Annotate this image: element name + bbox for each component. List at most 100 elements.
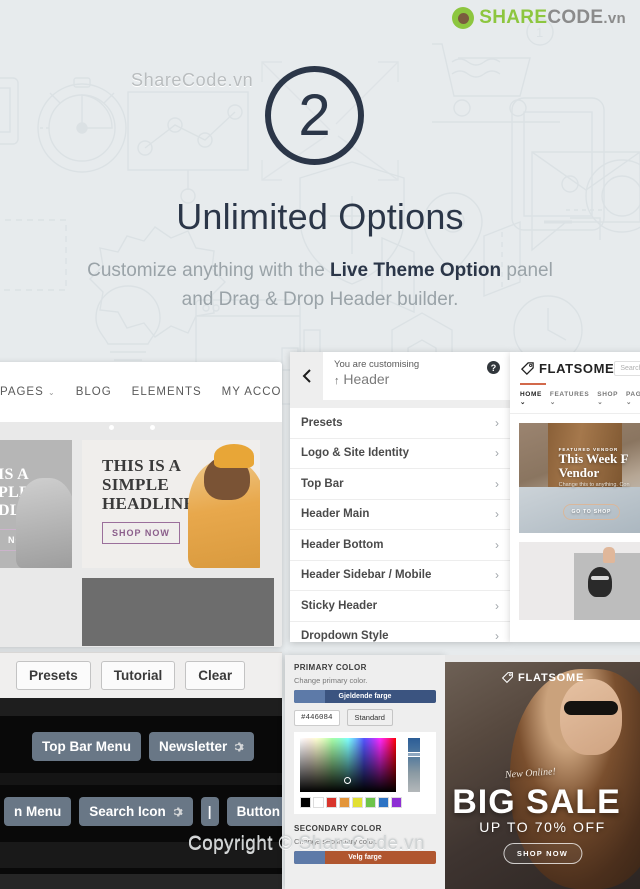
chevron-right-icon: › bbox=[495, 568, 499, 583]
hue-slider[interactable] bbox=[407, 738, 421, 792]
presets-button[interactable]: Presets bbox=[16, 661, 91, 690]
color-swatches bbox=[300, 797, 402, 808]
page-title: Unlimited Options bbox=[176, 196, 464, 237]
clear-button[interactable]: Clear bbox=[185, 661, 246, 690]
bigsale-subline: UP TO 70% OFF bbox=[479, 819, 606, 835]
recycle-icon bbox=[452, 7, 475, 29]
brand-wordmark: SHARECODE.vn bbox=[479, 7, 626, 29]
saturation-value-area[interactable] bbox=[300, 738, 396, 792]
flatsome-tag-icon bbox=[520, 362, 534, 376]
customizer-item-logo-site-identity[interactable]: Logo & Site Identity › bbox=[290, 439, 510, 469]
demo-nav-elements[interactable]: ELEMENTS bbox=[132, 386, 202, 398]
help-icon[interactable]: ? bbox=[487, 361, 500, 374]
primary-current-color-button[interactable]: Gjeldende farge bbox=[294, 690, 436, 703]
customizer-item-dropdown-style[interactable]: Dropdown Style › bbox=[290, 622, 510, 642]
baby-model-image bbox=[188, 444, 260, 568]
preview-secondary-block bbox=[519, 542, 640, 620]
big-sale-promo: FLATSOME New Online! BIG SALE UP TO 70% … bbox=[445, 655, 640, 889]
hero-subtitle-strong: Live Theme Option bbox=[330, 260, 502, 281]
slide-main: THIS IS A SIMPLE HEADLINE SHOP NOW bbox=[82, 440, 260, 568]
chip-newsletter[interactable]: Newsletter bbox=[149, 732, 255, 761]
customizer-item-header-bottom[interactable]: Header Bottom › bbox=[290, 530, 510, 561]
demo-secondary-image bbox=[82, 578, 274, 646]
ninja-graphic bbox=[587, 566, 612, 597]
demo-nav-pages[interactable]: PAGES ⌄ bbox=[0, 386, 56, 398]
customizer-panel-title: ↑ Header bbox=[334, 371, 390, 387]
watermark-bottom: Copyright © ShareCode.vn bbox=[188, 833, 425, 854]
bigsale-headline: BIG SALE bbox=[452, 783, 621, 821]
tutorial-button[interactable]: Tutorial bbox=[100, 661, 176, 690]
customizer-header: You are customising ↑ Header ? bbox=[290, 352, 510, 400]
step-number-badge: 2 bbox=[265, 66, 364, 165]
hue-slider-handle[interactable] bbox=[407, 752, 421, 758]
hand-graphic bbox=[603, 546, 616, 563]
back-button[interactable] bbox=[290, 352, 323, 400]
preview-hero-cta[interactable]: GO TO SHOP bbox=[562, 503, 621, 520]
gear-icon bbox=[173, 807, 183, 816]
chip-divider[interactable]: | bbox=[200, 797, 219, 826]
builder-chip-row-2: n Menu Search Icon | Button 2 bbox=[0, 785, 282, 838]
theme-demo-preview: PAGES ⌄ BLOG ELEMENTS MY ACCOUNT IS A PL… bbox=[0, 362, 282, 647]
customizer-item-presets[interactable]: Presets › bbox=[290, 408, 510, 439]
customizer-section-list: Presets › Logo & Site Identity › Top Bar › … bbox=[290, 408, 510, 642]
brand-vn: .vn bbox=[603, 10, 626, 27]
swatch-red[interactable] bbox=[326, 797, 337, 808]
chip-search-icon[interactable]: Search Icon bbox=[79, 797, 193, 826]
picker-cursor[interactable] bbox=[344, 776, 352, 784]
primary-color-title: PRIMARY COLOR bbox=[294, 663, 367, 672]
flatsome-wordmark: FLATSOME bbox=[539, 361, 615, 376]
chevron-right-icon: › bbox=[495, 537, 499, 552]
primary-hex-input[interactable]: #446084 bbox=[294, 709, 340, 726]
chevron-right-icon: › bbox=[495, 446, 499, 461]
demo-nav-blog[interactable]: BLOG bbox=[76, 386, 112, 398]
model-face bbox=[560, 679, 622, 755]
swatch-blue[interactable] bbox=[378, 797, 389, 808]
hero-section: SHARECODE.vn ShareCode.vn 2 Unlimited Op… bbox=[0, 0, 640, 352]
chevron-right-icon: › bbox=[495, 415, 499, 430]
secondary-color-title: SECONDARY COLOR bbox=[294, 824, 382, 833]
preview-menu-home[interactable]: HOME ⌄ bbox=[520, 391, 542, 406]
builder-divider-1 bbox=[0, 773, 282, 785]
swatch-yellow[interactable] bbox=[352, 797, 363, 808]
preview-menu-features[interactable]: FEATURES ⌄ bbox=[550, 391, 589, 406]
primary-default-button[interactable]: Standard bbox=[346, 709, 393, 726]
demo-nav-my-account[interactable]: MY ACCOUNT bbox=[222, 386, 282, 398]
swatch-green[interactable] bbox=[365, 797, 376, 808]
slider-dots[interactable] bbox=[0, 425, 282, 430]
preview-hero-subtitle: Change this to anything. Con bbox=[558, 482, 630, 489]
chip-top-bar-menu[interactable]: Top Bar Menu bbox=[32, 732, 141, 761]
chevron-right-icon: › bbox=[495, 629, 499, 642]
builder-row-top bbox=[0, 698, 282, 716]
bigsale-cta[interactable]: SHOP NOW bbox=[502, 843, 583, 864]
watermark-top: ShareCode.vn bbox=[131, 70, 254, 90]
bigsale-wordmark: FLATSOME bbox=[518, 671, 585, 684]
swatch-purple[interactable] bbox=[391, 797, 402, 808]
customizer-item-top-bar[interactable]: Top Bar › bbox=[290, 469, 510, 500]
customizer-item-sticky-header[interactable]: Sticky Header › bbox=[290, 591, 510, 622]
preview-hero-title-2: Vendor bbox=[558, 465, 600, 481]
customizer-item-header-sidebar-mobile[interactable]: Header Sidebar / Mobile › bbox=[290, 561, 510, 591]
demo-slider: IS A PLE DLINE NOW THIS IS A SIMPLE HEAD… bbox=[0, 422, 282, 647]
slide-ghost: IS A PLE DLINE NOW bbox=[0, 440, 72, 568]
builder-chip-row-1: Top Bar Menu Newsletter bbox=[0, 720, 282, 773]
swatch-orange[interactable] bbox=[339, 797, 350, 808]
bigsale-logo: FLATSOME bbox=[501, 671, 584, 684]
swatch-black[interactable] bbox=[300, 797, 311, 808]
live-preview: FLATSOME Search HOME ⌄ FEATURES ⌄ SHOP ⌄… bbox=[510, 352, 640, 642]
swatch-white[interactable] bbox=[313, 797, 324, 808]
preview-menu-shop[interactable]: SHOP ⌄ bbox=[597, 391, 618, 406]
customizer-panel: You are customising ↑ Header ? Presets › … bbox=[290, 352, 510, 642]
sharecode-logo: SHARECODE.vn bbox=[452, 7, 626, 29]
primary-color-description: Change primary color. bbox=[294, 676, 368, 685]
chip-main-menu[interactable]: n Menu bbox=[4, 797, 72, 826]
chevron-right-icon: › bbox=[495, 507, 499, 522]
chevron-right-icon: › bbox=[495, 476, 499, 491]
customizer-item-header-main[interactable]: Header Main › bbox=[290, 500, 510, 530]
customizer-eyebrow: You are customising bbox=[334, 359, 420, 370]
preview-menu-pages[interactable]: PAGES ⌄ bbox=[626, 391, 640, 406]
chip-button-2[interactable]: Button 2 bbox=[226, 797, 282, 826]
preview-search-input[interactable]: Search bbox=[614, 361, 640, 376]
slide-cta[interactable]: SHOP NOW bbox=[102, 522, 180, 544]
builder-toolbar: Presets Tutorial Clear bbox=[0, 652, 282, 698]
hero-subtitle-tail: panel bbox=[501, 260, 553, 281]
